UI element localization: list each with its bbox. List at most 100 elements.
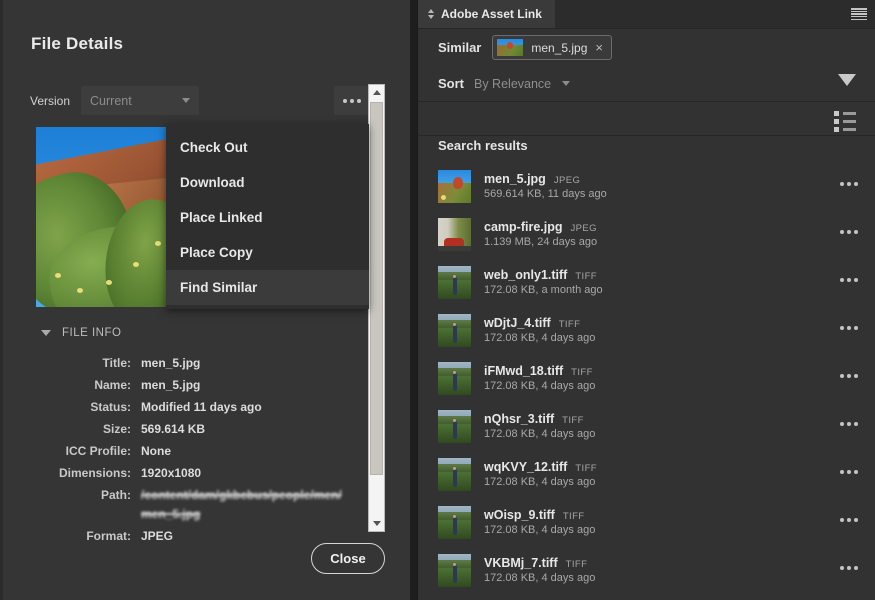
list-item[interactable]: wOisp_9.tiff TIFF 172.08 KB, 4 days ago (418, 498, 875, 546)
file-info-key: Title: (102, 356, 131, 370)
sort-select-value: By Relevance (474, 76, 552, 91)
asset-subtext: 1.139 MB, 24 days ago (484, 236, 598, 248)
sort-row: Sort By Relevance (418, 66, 875, 102)
list-item-meta: camp-fire.jpg JPEG 1.139 MB, 24 days ago (484, 220, 597, 248)
file-info-row: Dimensions: 1920x1080 (41, 464, 361, 483)
file-info-row-path: Path: /content/dam/gkbcbus/people/men/me… (41, 486, 361, 524)
asset-type: TIFF (562, 511, 585, 522)
scroll-down-arrow-icon[interactable] (369, 516, 384, 531)
file-info-value: men_5.jpg (141, 378, 201, 392)
preview-flower (76, 287, 83, 293)
scroll-up-arrow-icon[interactable] (369, 85, 384, 100)
file-info-key: Size: (102, 422, 131, 436)
list-item-meta: wqKVY_12.tiff TIFF 172.08 KB, 4 days ago (484, 460, 597, 488)
list-item-more-button[interactable] (840, 182, 858, 186)
context-menu-item-label: Find Similar (180, 280, 258, 295)
list-item[interactable]: wqKVY_12.tiff TIFF 172.08 KB, 4 days ago (418, 450, 875, 498)
file-info-key: ICC Profile: (65, 444, 131, 458)
file-info-header[interactable]: FILE INFO (41, 327, 121, 339)
file-info-value-redacted: /content/dam/gkbcbus/people/men/men_5.jp… (141, 488, 342, 521)
file-info-key: Path: (101, 488, 131, 502)
scrollbar-thumb[interactable] (370, 102, 383, 475)
list-item-more-button[interactable] (840, 374, 858, 378)
list-item-more-button[interactable] (840, 518, 858, 522)
file-info-key: Name: (94, 378, 131, 392)
asset-subtext: 569.614 KB, 11 days ago (484, 188, 607, 200)
asset-thumbnail (438, 505, 471, 539)
close-icon[interactable]: × (595, 41, 603, 54)
version-select[interactable]: Current (81, 86, 200, 115)
file-info-row: Size: 569.614 KB (41, 420, 361, 439)
file-info-value: men_5.jpg (141, 356, 201, 370)
asset-type: TIFF (558, 319, 581, 330)
page-title: File Details (31, 34, 124, 53)
asset-subtext: 172.08 KB, 4 days ago (484, 428, 596, 440)
asset-subtext: 172.08 KB, 4 days ago (484, 572, 596, 584)
asset-type: TIFF (571, 367, 593, 378)
adobe-asset-link-panel: Adobe Asset Link Similar men_5.jpg × Sor… (417, 0, 875, 600)
file-info-row: ICC Profile: None (41, 442, 361, 461)
list-item[interactable]: VKBMj_7.tiff TIFF 172.08 KB, 4 days ago (418, 546, 875, 594)
ellipsis-icon-dot (349, 98, 354, 103)
asset-name: camp-fire.jpg (484, 220, 563, 234)
asset-name: men_5.jpg (484, 172, 546, 186)
file-info-value: Modified 11 days ago (141, 400, 262, 414)
version-label: Version (30, 93, 71, 108)
context-menu-item-download[interactable]: Download (166, 165, 369, 200)
similar-asset-chip[interactable]: men_5.jpg × (492, 35, 612, 60)
list-item-more-button[interactable] (840, 470, 858, 474)
preview-flower (154, 240, 161, 246)
filter-icon[interactable] (838, 74, 856, 86)
context-menu-item-check-out[interactable]: Check Out (166, 130, 369, 165)
asset-thumbnail (438, 313, 471, 347)
context-menu-item-place-linked[interactable]: Place Linked (166, 200, 369, 235)
context-menu-item-label: Check Out (180, 140, 248, 155)
list-item[interactable]: iFMwd_18.tiff TIFF 172.08 KB, 4 days ago (418, 354, 875, 402)
list-item[interactable]: wDjtJ_4.tiff TIFF 172.08 KB, 4 days ago (418, 306, 875, 354)
asset-type: TIFF (562, 415, 584, 426)
list-item-more-button[interactable] (840, 326, 858, 330)
file-info-row: Title: men_5.jpg (41, 354, 361, 373)
drag-handle-icon (428, 9, 434, 19)
version-row: Version Current (30, 86, 200, 115)
file-info-value: 569.614 KB (141, 422, 206, 436)
asset-preview-image (36, 127, 171, 307)
file-info-table: Title: men_5.jpg Name: men_5.jpg Status:… (41, 354, 361, 549)
asset-name: VKBMj_7.tiff (484, 556, 558, 570)
file-info-key: Format: (86, 529, 131, 543)
sort-select[interactable]: By Relevance (474, 76, 571, 91)
asset-name: wqKVY_12.tiff (484, 460, 568, 474)
asset-thumbnail (438, 169, 471, 203)
list-item-more-button[interactable] (840, 566, 858, 570)
asset-thumbnail (438, 217, 471, 251)
list-item-more-button[interactable] (840, 278, 858, 282)
asset-type: TIFF (565, 559, 588, 570)
list-item[interactable]: nQhsr_3.tiff TIFF 172.08 KB, 4 days ago (418, 402, 875, 450)
panel-menu-icon[interactable] (851, 7, 867, 21)
more-options-button[interactable] (334, 86, 369, 115)
context-menu-item-label: Place Copy (180, 245, 253, 260)
asset-type: JPEG (553, 175, 581, 186)
context-menu-item-find-similar[interactable]: Find Similar (166, 270, 369, 305)
tab-adobe-asset-link[interactable]: Adobe Asset Link (418, 0, 555, 28)
file-info-value: 1920x1080 (141, 466, 202, 480)
context-menu[interactable]: Check Out Download Place Linked Place Co… (166, 124, 369, 309)
file-info-key: Dimensions: (58, 466, 131, 480)
list-item[interactable]: camp-fire.jpg JPEG 1.139 MB, 24 days ago (418, 210, 875, 258)
dialog-scrollbar[interactable] (368, 84, 385, 532)
ellipsis-icon-dot (342, 98, 347, 103)
list-item-more-button[interactable] (840, 230, 858, 234)
list-item[interactable]: men_5.jpg JPEG 569.614 KB, 11 days ago (418, 162, 875, 210)
context-menu-item-place-copy[interactable]: Place Copy (166, 235, 369, 270)
close-button[interactable]: Close (311, 543, 385, 574)
list-item-meta: VKBMj_7.tiff TIFF 172.08 KB, 4 days ago (484, 556, 595, 584)
file-info-title: FILE INFO (62, 327, 122, 339)
list-item[interactable]: web_only1.tiff TIFF 172.08 KB, a month a… (418, 258, 875, 306)
file-info-row: Status: Modified 11 days ago (41, 398, 361, 417)
list-view-icon[interactable] (834, 111, 856, 132)
panel-tabbar: Adobe Asset Link (418, 0, 875, 29)
asset-type: TIFF (575, 463, 598, 474)
ellipsis-icon-dot (356, 98, 361, 103)
list-item-more-button[interactable] (840, 422, 858, 426)
chevron-down-icon (182, 98, 191, 103)
